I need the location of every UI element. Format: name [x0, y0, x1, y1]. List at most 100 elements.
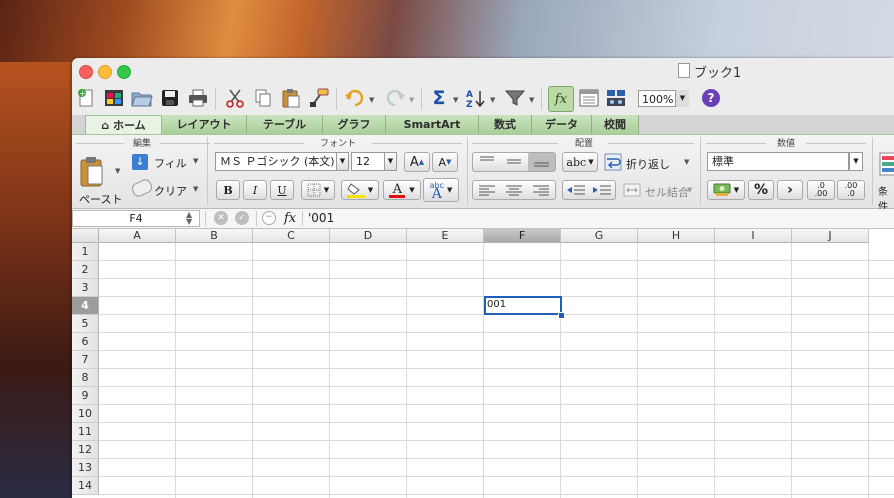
font-name-field[interactable]: ＭＳ Ｐゴシック (本文) — [215, 152, 337, 171]
fill-dropdown-icon[interactable]: ▼ — [193, 157, 198, 165]
row-header-14[interactable]: 14 — [72, 477, 99, 495]
cancel-icon[interactable]: ✕ — [214, 211, 228, 225]
tab-data[interactable]: データ — [532, 115, 592, 134]
tab-review[interactable]: 校閲 — [592, 115, 639, 134]
redo-dropdown-icon[interactable]: ▼ — [409, 96, 414, 104]
align-middle-button[interactable] — [501, 154, 527, 170]
comma-style-button[interactable]: › — [777, 180, 803, 200]
italic-button[interactable]: I — [243, 180, 267, 200]
row-header-3[interactable]: 3 — [72, 279, 99, 297]
clear-button-label[interactable]: クリア — [154, 183, 187, 199]
function-builder-icon[interactable]: fx — [548, 86, 574, 112]
row-header-4[interactable]: 4 — [72, 297, 99, 315]
bold-button[interactable]: B — [216, 180, 240, 200]
shrink-font-button[interactable]: A ▼ — [432, 152, 458, 172]
align-top-button[interactable] — [474, 154, 500, 170]
column-header-a[interactable]: A — [99, 229, 176, 243]
cut-icon[interactable] — [223, 86, 247, 110]
zoom-dropdown-icon[interactable]: ▼ — [675, 90, 689, 107]
row-header-10[interactable]: 10 — [72, 405, 99, 423]
row-header-9[interactable]: 9 — [72, 387, 99, 405]
spreadsheet-grid[interactable]: A B C D E F G H I J 1 2 3 4 5 6 7 8 9 10 11 12 13 14 001 — [72, 229, 894, 498]
wrap-text-label[interactable]: 折り返し — [626, 156, 670, 172]
tab-layout[interactable]: レイアウト — [162, 115, 247, 134]
decrease-decimal-button[interactable]: .00.0 — [837, 180, 865, 200]
tab-smartart[interactable]: SmartArt — [386, 115, 479, 134]
column-header-g[interactable]: G — [561, 229, 638, 243]
row-header-13[interactable]: 13 — [72, 459, 99, 477]
column-header-f[interactable]: F — [484, 229, 561, 243]
grow-font-button[interactable]: A ▲ — [404, 152, 430, 172]
conditional-format-icon[interactable] — [879, 152, 894, 176]
percent-button[interactable]: % — [748, 180, 774, 200]
tab-chart[interactable]: グラフ — [323, 115, 386, 134]
maximize-window-button[interactable] — [117, 65, 131, 79]
print-icon[interactable] — [186, 86, 210, 110]
gallery-icon[interactable] — [102, 86, 126, 110]
row-header-12[interactable]: 12 — [72, 441, 99, 459]
help-button[interactable]: ? — [702, 89, 720, 107]
wrap-text-icon[interactable] — [604, 153, 622, 171]
media-browser-icon[interactable] — [604, 86, 628, 110]
wrap-dropdown-icon[interactable]: ▼ — [684, 158, 689, 166]
fill-handle[interactable] — [558, 312, 565, 319]
paste-dropdown-icon[interactable]: ▼ — [115, 167, 120, 175]
align-right-button[interactable] — [528, 182, 554, 198]
toolbox-icon[interactable] — [577, 86, 601, 110]
paste-button-label[interactable]: ペースト — [79, 191, 122, 207]
paste-large-icon[interactable] — [80, 155, 104, 190]
column-header-h[interactable]: H — [638, 229, 715, 243]
column-header-e[interactable]: E — [407, 229, 484, 243]
font-color-button[interactable]: A ▼ — [383, 180, 421, 200]
circle-icon[interactable]: − — [262, 211, 276, 225]
align-bottom-button[interactable] — [528, 153, 555, 171]
row-header-8[interactable]: 8 — [72, 369, 99, 387]
phonetic-button[interactable]: abc A ▼ — [423, 178, 459, 202]
close-window-button[interactable] — [79, 65, 93, 79]
row-header-2[interactable]: 2 — [72, 261, 99, 279]
font-name-dropdown-icon[interactable]: ▼ — [337, 152, 349, 171]
filter-icon[interactable] — [503, 86, 527, 110]
currency-button[interactable]: ▼ — [707, 180, 745, 200]
enter-icon[interactable]: ✓ — [235, 211, 249, 225]
row-header-7[interactable]: 7 — [72, 351, 99, 369]
minimize-window-button[interactable] — [98, 65, 112, 79]
merge-dropdown-icon[interactable]: ▼ — [687, 186, 692, 194]
row-header-6[interactable]: 6 — [72, 333, 99, 351]
align-center-button[interactable] — [501, 182, 527, 198]
sort-dropdown-icon[interactable]: ▼ — [490, 96, 495, 104]
name-box-stepper-icon[interactable]: ▲ ▼ — [186, 211, 192, 226]
font-size-field[interactable]: 12 — [351, 152, 385, 171]
redo-icon[interactable] — [383, 86, 407, 110]
autosum-dropdown-icon[interactable]: ▼ — [453, 96, 458, 104]
name-box[interactable]: F4 — [72, 210, 200, 227]
fill-icon[interactable]: ↓ — [132, 154, 148, 170]
eraser-icon[interactable] — [129, 177, 155, 199]
row-header-1[interactable]: 1 — [72, 243, 99, 261]
column-header-d[interactable]: D — [330, 229, 407, 243]
text-orientation-button[interactable]: abc ▼ — [562, 152, 598, 172]
copy-icon[interactable] — [251, 86, 275, 110]
number-format-dropdown-icon[interactable]: ▼ — [849, 152, 863, 171]
undo-icon[interactable] — [343, 86, 367, 110]
column-header-c[interactable]: C — [253, 229, 330, 243]
tab-formulas[interactable]: 数式 — [479, 115, 532, 134]
merge-cells-icon[interactable] — [623, 182, 641, 198]
merge-cells-label[interactable]: セル結合 — [645, 184, 689, 200]
column-header-j[interactable]: J — [792, 229, 869, 243]
clear-dropdown-icon[interactable]: ▼ — [193, 185, 198, 193]
decrease-indent-button[interactable] — [564, 182, 588, 198]
format-painter-icon[interactable] — [307, 86, 331, 110]
increase-decimal-button[interactable]: .0.00 — [807, 180, 835, 200]
fill-button-label[interactable]: フィル — [154, 155, 187, 171]
column-header-b[interactable]: B — [176, 229, 253, 243]
tab-table[interactable]: テーブル — [247, 115, 323, 134]
fill-color-button[interactable]: ▼ — [341, 180, 379, 200]
save-icon[interactable] — [158, 86, 182, 110]
undo-dropdown-icon[interactable]: ▼ — [369, 96, 374, 104]
new-document-icon[interactable]: + — [74, 86, 98, 110]
underline-button[interactable]: U — [270, 180, 294, 200]
row-header-11[interactable]: 11 — [72, 423, 99, 441]
open-folder-icon[interactable] — [130, 86, 154, 110]
select-all-button[interactable] — [72, 229, 99, 243]
